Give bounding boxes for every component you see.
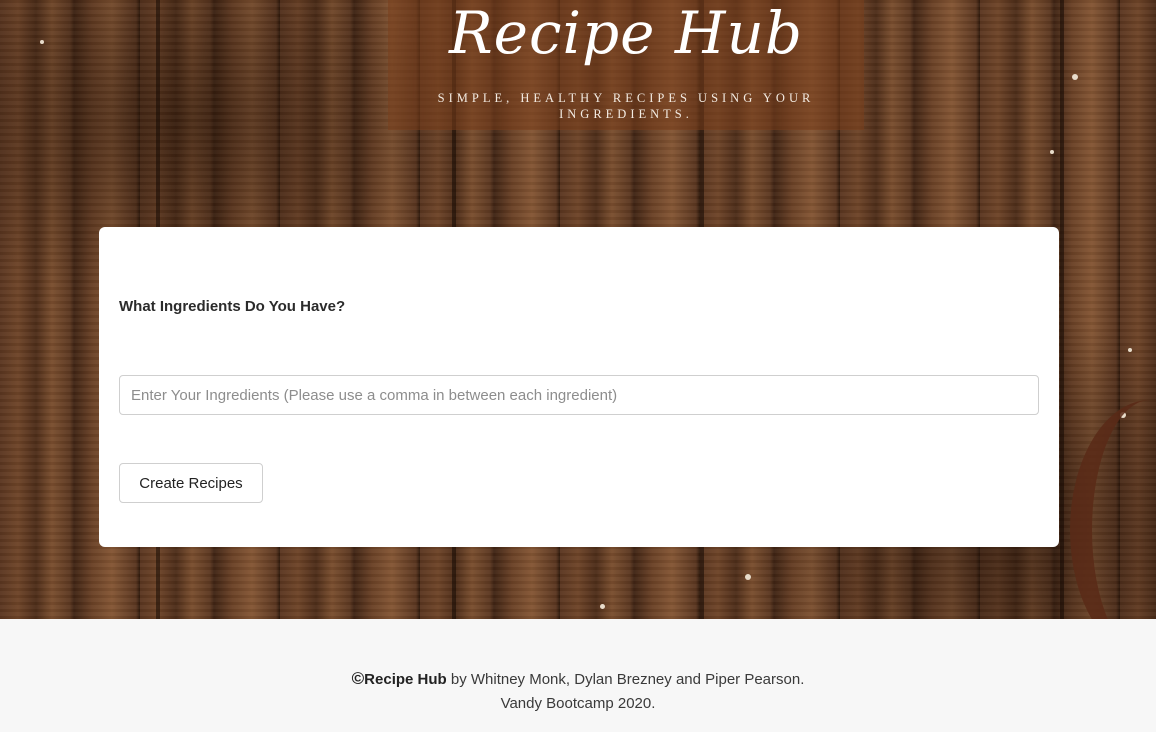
bowl-decoration: [1070, 400, 1156, 619]
site-title: Recipe Hub: [449, 0, 803, 67]
crumb-decoration: [1128, 348, 1132, 352]
crumb-decoration: [1072, 74, 1078, 80]
footer-authors: by Whitney Monk, Dylan Brezney and Piper…: [446, 671, 805, 688]
hero-background: Recipe Hub SIMPLE, HEALTHY RECIPES USING…: [0, 0, 1156, 619]
header-banner: Recipe Hub SIMPLE, HEALTHY RECIPES USING…: [388, 0, 864, 130]
footer-credits: ©Recipe Hub by Whitney Monk, Dylan Brezn…: [0, 669, 1156, 690]
ingredients-card: What Ingredients Do You Have? Create Rec…: [99, 227, 1059, 547]
site-subtitle: SIMPLE, HEALTHY RECIPES USING YOUR INGRE…: [437, 91, 815, 121]
plank-seam: [1060, 0, 1064, 619]
ingredients-input[interactable]: [119, 375, 1039, 415]
crumb-decoration: [600, 604, 605, 609]
footer-brand: Recipe Hub: [364, 671, 447, 688]
footer-bootcamp: Vandy Bootcamp 2020.: [500, 695, 656, 712]
copyright-icon: ©: [351, 669, 365, 688]
create-recipes-button[interactable]: Create Recipes: [119, 463, 263, 503]
crumb-decoration: [1050, 150, 1054, 154]
ingredients-label: What Ingredients Do You Have?: [119, 298, 346, 315]
crumb-decoration: [40, 40, 44, 44]
footer: ©Recipe Hub by Whitney Monk, Dylan Brezn…: [0, 619, 1156, 732]
crumb-decoration: [745, 574, 751, 580]
